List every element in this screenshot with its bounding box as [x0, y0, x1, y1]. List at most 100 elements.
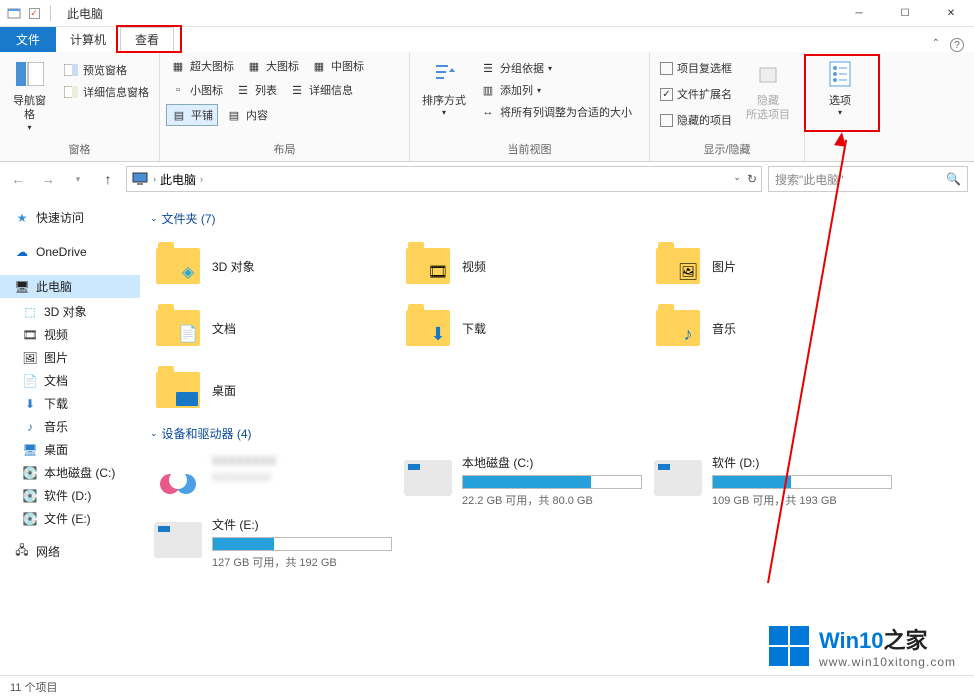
qat-checkbox-icon[interactable]: ✓ — [26, 5, 42, 21]
chevron-icon[interactable]: › — [153, 174, 156, 184]
address-row: ← → ▾ ↑ › 此电脑 › ⌄ ↻ 搜索"此电脑" 🔍 — [0, 162, 974, 196]
layout-list[interactable]: ☰列表 — [231, 80, 281, 100]
star-icon: ★ — [14, 210, 30, 226]
search-icon[interactable]: 🔍 — [946, 172, 961, 186]
status-bar: 11 个项目 — [0, 675, 974, 697]
nav-back-button[interactable]: ← — [6, 167, 30, 191]
layout-tiles[interactable]: ▤平铺 — [166, 104, 218, 126]
navigation-pane: ★快速访问 ☁OneDrive 🖥此电脑 ⬚3D 对象 🎞视频 🖼图片 📄文档 … — [0, 196, 140, 675]
sidebar-item-drive-d[interactable]: 💽软件 (D:) — [0, 484, 140, 507]
folder-items: ◈3D 对象 🎞视频 🖼图片 📄文档 ⬇下载 ♪音乐 桌面 — [150, 235, 964, 421]
layout-small[interactable]: ▫小图标 — [166, 80, 227, 100]
drive-icon: 💽 — [22, 488, 38, 504]
drive-icon: 💽 — [22, 511, 38, 527]
nav-pane-icon — [14, 58, 46, 90]
hidden-items-toggle[interactable]: 隐藏的项目 — [656, 110, 736, 130]
watermark-url: www.win10xitong.com — [819, 655, 956, 669]
title-bar: ✓ 此电脑 ─ ☐ ✕ — [0, 0, 974, 27]
network-icon: 🖧 — [14, 544, 30, 560]
sidebar-network[interactable]: 🖧网络 — [0, 540, 140, 563]
folder-pictures[interactable]: 🖼图片 — [650, 235, 900, 297]
sidebar-item-drive-e[interactable]: 💽文件 (E:) — [0, 507, 140, 530]
watermark-brand-a: Win10 — [819, 628, 884, 653]
nav-forward-button: → — [36, 167, 60, 191]
nav-up-button[interactable]: ↑ — [96, 167, 120, 191]
pc-icon — [131, 170, 149, 188]
sort-button[interactable]: 排序方式▾ — [416, 56, 472, 121]
options-icon — [824, 58, 856, 90]
sidebar-item-downloads[interactable]: ⬇下载 — [0, 392, 140, 415]
layout-details[interactable]: ☰详细信息 — [285, 80, 357, 100]
tab-view[interactable]: 查看 — [120, 27, 174, 52]
sidebar-quick-access[interactable]: ★快速访问 — [0, 206, 140, 229]
ribbon: 导航窗格▾ 预览窗格 详细信息窗格 窗格 ▦超大图标 ▦大图标 ▦中图标 ▫小图… — [0, 52, 974, 162]
layout-extra-large[interactable]: ▦超大图标 — [166, 56, 238, 76]
ribbon-group-current-view: 排序方式▾ ☰分组依据▾ ▥添加列▾ ↔将所有列调整为合适的大小 当前视图 — [410, 52, 650, 161]
large-icon: ▦ — [246, 58, 262, 74]
sidebar-this-pc[interactable]: 🖥此电脑 — [0, 275, 140, 298]
tab-computer[interactable]: 计算机 — [56, 27, 120, 52]
windows-logo-icon — [769, 626, 809, 666]
cloud-icon: ☁ — [14, 244, 30, 260]
group-by-button[interactable]: ☰分组依据▾ — [476, 58, 636, 78]
picture-icon: 🖼 — [22, 350, 38, 366]
window-title: 此电脑 — [67, 5, 103, 22]
film-icon: 🎞 — [22, 327, 38, 343]
preview-pane-button[interactable]: 预览窗格 — [59, 60, 153, 80]
tab-file[interactable]: 文件 — [0, 27, 56, 52]
item-checkboxes-toggle[interactable]: 项目复选框 — [656, 58, 736, 78]
folder-3d-objects[interactable]: ◈3D 对象 — [150, 235, 400, 297]
drive-icon: 💽 — [22, 465, 38, 481]
search-input[interactable]: 搜索"此电脑" 🔍 — [768, 166, 968, 192]
checkbox-icon — [660, 62, 673, 75]
sidebar-item-videos[interactable]: 🎞视频 — [0, 323, 140, 346]
help-icon[interactable]: ? — [950, 38, 964, 52]
refresh-icon[interactable]: ↻ — [747, 172, 757, 186]
sidebar-item-drive-c[interactable]: 💽本地磁盘 (C:) — [0, 461, 140, 484]
folder-downloads[interactable]: ⬇下载 — [400, 297, 650, 359]
sidebar-item-documents[interactable]: 📄文档 — [0, 369, 140, 392]
sidebar-item-pictures[interactable]: 🖼图片 — [0, 346, 140, 369]
desktop-icon: 🖥 — [22, 442, 38, 458]
maximize-button[interactable]: ☐ — [882, 0, 928, 27]
folder-documents[interactable]: 📄文档 — [150, 297, 400, 359]
ribbon-group-layout: ▦超大图标 ▦大图标 ▦中图标 ▫小图标 ☰列表 ☰详细信息 ▤平铺 ▤内容 布… — [160, 52, 410, 161]
drive-items: XXXXXXXX XXXXXXXX 本地磁盘 (C:) 22.2 GB 可用，共… — [150, 450, 964, 574]
close-button[interactable]: ✕ — [928, 0, 974, 27]
folder-videos[interactable]: 🎞视频 — [400, 235, 650, 297]
details-pane-button[interactable]: 详细信息窗格 — [59, 82, 153, 102]
nav-pane-button[interactable]: 导航窗格▾ — [6, 56, 53, 135]
layout-content[interactable]: ▤内容 — [222, 104, 272, 126]
app-icon[interactable] — [6, 5, 22, 21]
address-bar[interactable]: › 此电脑 › ⌄ ↻ — [126, 166, 762, 192]
minimize-button[interactable]: ─ — [836, 0, 882, 27]
layout-medium[interactable]: ▦中图标 — [307, 56, 368, 76]
drive-item-0[interactable]: XXXXXXXX XXXXXXXX — [150, 450, 400, 512]
ribbon-group-panes: 导航窗格▾ 预览窗格 详细信息窗格 窗格 — [0, 52, 160, 161]
ribbon-collapse[interactable]: ⌃? — [922, 38, 974, 52]
nav-recent-button[interactable]: ▾ — [66, 167, 90, 191]
file-extensions-toggle[interactable]: ✓文件扩展名 — [656, 84, 736, 104]
sidebar-item-music[interactable]: ♪音乐 — [0, 415, 140, 438]
layout-large[interactable]: ▦大图标 — [242, 56, 303, 76]
download-icon: ⬇ — [22, 396, 38, 412]
sidebar-item-3d[interactable]: ⬚3D 对象 — [0, 300, 140, 323]
window-controls: ─ ☐ ✕ — [836, 0, 974, 27]
sidebar-item-desktop[interactable]: 🖥桌面 — [0, 438, 140, 461]
checkbox-icon — [660, 114, 673, 127]
options-button[interactable]: 选项▾ — [818, 56, 862, 121]
chevron-icon[interactable]: › — [200, 174, 203, 184]
folder-music[interactable]: ♪音乐 — [650, 297, 900, 359]
address-location[interactable]: 此电脑 — [160, 171, 196, 188]
address-dropdown-icon[interactable]: ⌄ — [733, 172, 741, 186]
add-columns-button: ▥添加列▾ — [476, 80, 636, 100]
folder-desktop[interactable]: 桌面 — [150, 359, 400, 421]
drive-item-d[interactable]: 软件 (D:) 109 GB 可用，共 193 GB — [650, 450, 900, 512]
music-icon: ♪ — [22, 419, 38, 435]
group-header-folders[interactable]: ⌄文件夹 (7) — [150, 210, 964, 227]
drive-item-e[interactable]: 文件 (E:) 127 GB 可用，共 192 GB — [150, 512, 400, 574]
group-header-drives[interactable]: ⌄设备和驱动器 (4) — [150, 425, 964, 442]
hide-icon — [752, 58, 784, 90]
drive-item-c[interactable]: 本地磁盘 (C:) 22.2 GB 可用，共 80.0 GB — [400, 450, 650, 512]
sidebar-onedrive[interactable]: ☁OneDrive — [0, 241, 140, 263]
